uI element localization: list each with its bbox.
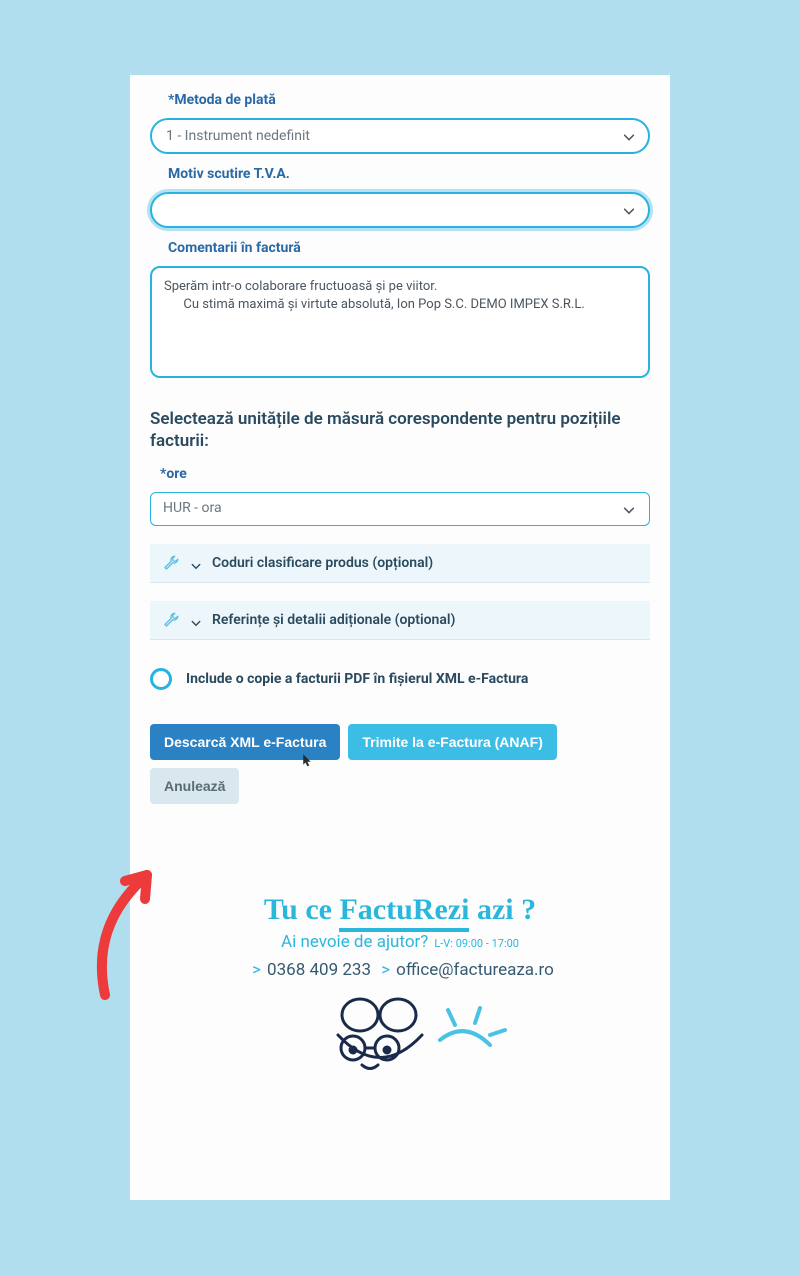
include-pdf-checkbox-row[interactable]: Include o copie a facturii PDF în fișier… <box>150 668 650 690</box>
action-button-row: Descarcă XML e-Factura Trimite la e-Fact… <box>150 724 650 804</box>
hours-label: *ore <box>160 466 650 482</box>
send-anaf-button[interactable]: Trimite la e-Factura (ANAF) <box>348 724 556 760</box>
expander-product-codes[interactable]: Coduri clasificare produs (opțional) <box>150 544 650 583</box>
expander-additional-refs[interactable]: Referințe și detalii adiționale (optiona… <box>150 601 650 640</box>
vat-exempt-value <box>150 192 650 228</box>
expander-label: Coduri clasificare produs (opțional) <box>212 555 433 571</box>
download-xml-button[interactable]: Descarcă XML e-Factura <box>150 724 340 760</box>
payment-method-label: *Metoda de plată <box>168 92 650 108</box>
hours-select[interactable]: HUR - ora <box>150 492 650 526</box>
units-section-title: Selectează unitățile de măsură corespond… <box>150 408 650 452</box>
chevron-down-icon <box>190 557 202 569</box>
footer: Tu ce FactuRezi azi ? Ai nevoie de ajuto… <box>150 894 650 1090</box>
footer-contact: >0368 409 233 >office@factureaza.ro <box>150 960 650 980</box>
payment-method-value: 1 - Instrument nedefinit <box>150 118 650 154</box>
footer-phone[interactable]: 0368 409 233 <box>267 960 371 980</box>
footer-email[interactable]: office@factureaza.ro <box>396 960 554 980</box>
wrench-icon <box>162 611 180 629</box>
footer-help: Ai nevoie de ajutor?L-V: 09:00 - 17:00 <box>150 932 650 952</box>
footer-slogan: Tu ce FactuRezi azi ? <box>150 894 650 926</box>
comments-label: Comentarii în factură <box>168 240 650 256</box>
cancel-button[interactable]: Anulează <box>150 768 239 804</box>
mascot-illustration <box>290 990 510 1080</box>
comments-textarea[interactable]: Sperăm intr-o colaborare fructuoasă și p… <box>150 266 650 378</box>
chevron-down-icon <box>190 614 202 626</box>
expander-label: Referințe și detalii adiționale (optiona… <box>212 612 455 628</box>
hours-value: HUR - ora <box>150 492 650 526</box>
wrench-icon <box>162 554 180 572</box>
vat-exempt-label: Motiv scutire T.V.A. <box>168 166 650 182</box>
form-panel: *Metoda de plată 1 - Instrument nedefini… <box>130 75 670 1200</box>
payment-method-select[interactable]: 1 - Instrument nedefinit <box>150 118 650 154</box>
radio-unchecked-icon <box>150 668 172 690</box>
include-pdf-label: Include o copie a facturii PDF în fișier… <box>186 671 528 687</box>
vat-exempt-select[interactable] <box>150 192 650 228</box>
